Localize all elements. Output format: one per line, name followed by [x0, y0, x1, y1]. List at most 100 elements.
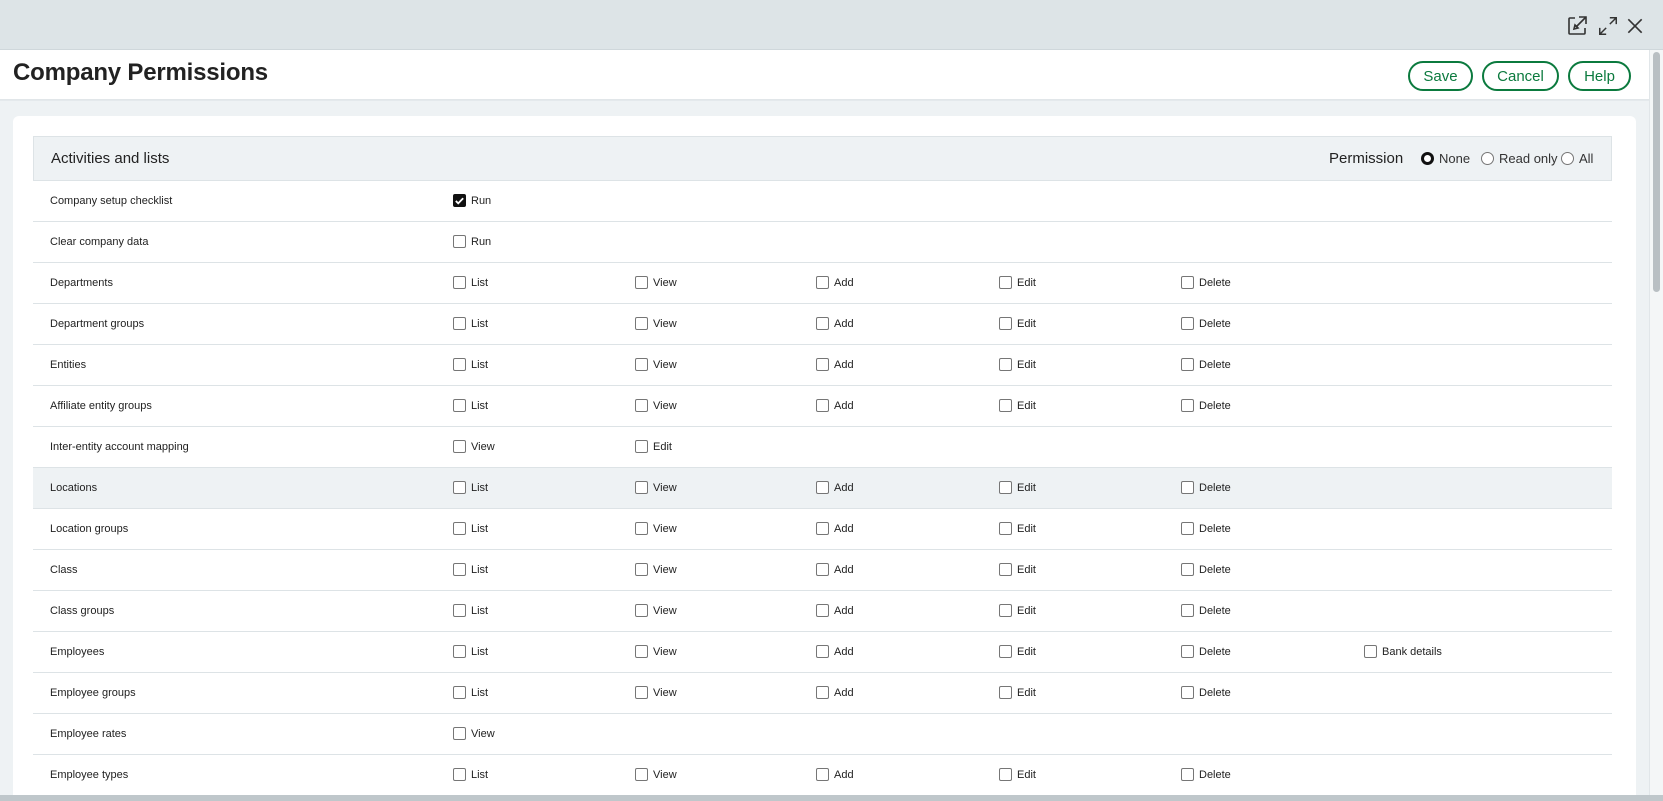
checkbox[interactable]	[1181, 316, 1194, 330]
permission-option[interactable]: Delete	[1181, 275, 1231, 289]
permission-option[interactable]: Delete	[1181, 603, 1231, 617]
checkbox[interactable]	[453, 398, 466, 412]
checkbox[interactable]	[453, 234, 466, 248]
checkbox[interactable]	[816, 480, 829, 494]
checkbox[interactable]	[816, 644, 829, 658]
checkbox[interactable]	[453, 275, 466, 289]
checkbox[interactable]	[1181, 521, 1194, 535]
permission-option[interactable]: Edit	[999, 603, 1036, 617]
checkbox[interactable]	[635, 480, 648, 494]
permission-option[interactable]: View	[635, 603, 677, 617]
checkbox[interactable]	[1364, 644, 1377, 658]
checkbox[interactable]	[453, 603, 466, 617]
permission-option[interactable]: Edit	[635, 439, 672, 453]
checkbox[interactable]	[635, 685, 648, 699]
permission-option[interactable]: View	[635, 562, 677, 576]
help-button[interactable]: Help	[1568, 61, 1631, 91]
checkbox[interactable]	[999, 562, 1012, 576]
checkbox[interactable]	[453, 439, 466, 453]
permission-option[interactable]: List	[453, 562, 488, 576]
checkbox[interactable]	[453, 521, 466, 535]
permission-option[interactable]: Delete	[1181, 685, 1231, 699]
permission-option[interactable]: Edit	[999, 562, 1036, 576]
permission-option[interactable]: Add	[816, 767, 854, 781]
permission-option[interactable]: View	[635, 644, 677, 658]
permission-option[interactable]: Bank details	[1364, 644, 1442, 658]
permission-option[interactable]: Edit	[999, 644, 1036, 658]
checkbox[interactable]	[635, 357, 648, 371]
checkbox[interactable]	[635, 439, 648, 453]
radio-button[interactable]	[1561, 152, 1574, 165]
checkbox[interactable]	[1181, 603, 1194, 617]
checkbox[interactable]	[1181, 767, 1194, 781]
permission-option[interactable]: Edit	[999, 521, 1036, 535]
checkbox[interactable]	[816, 562, 829, 576]
permission-option[interactable]: Edit	[999, 685, 1036, 699]
checkbox[interactable]	[453, 316, 466, 330]
permission-option[interactable]: Add	[816, 275, 854, 289]
radio-button[interactable]	[1421, 152, 1434, 165]
permission-option[interactable]: List	[453, 603, 488, 617]
checkbox[interactable]	[999, 316, 1012, 330]
permission-option[interactable]: View	[635, 521, 677, 535]
permission-option[interactable]: Add	[816, 480, 854, 494]
permission-option[interactable]: List	[453, 275, 488, 289]
radio-button[interactable]	[1481, 152, 1494, 165]
permission-option[interactable]: Delete	[1181, 398, 1231, 412]
checkbox[interactable]	[635, 603, 648, 617]
permission-option[interactable]: Add	[816, 357, 854, 371]
permission-option[interactable]: List	[453, 398, 488, 412]
radio-all[interactable]: All	[1561, 151, 1593, 166]
checkbox[interactable]	[1181, 644, 1194, 658]
checkbox[interactable]	[999, 275, 1012, 289]
permission-option[interactable]: List	[453, 644, 488, 658]
permission-option[interactable]: Delete	[1181, 480, 1231, 494]
checkbox[interactable]	[453, 562, 466, 576]
permission-option[interactable]: Edit	[999, 398, 1036, 412]
permission-option[interactable]: Add	[816, 603, 854, 617]
checkbox[interactable]	[453, 480, 466, 494]
permission-option[interactable]: Run	[453, 234, 491, 248]
checkbox[interactable]	[816, 316, 829, 330]
checkbox[interactable]	[1181, 480, 1194, 494]
checkbox[interactable]	[999, 603, 1012, 617]
checkbox[interactable]	[635, 767, 648, 781]
checkbox[interactable]	[999, 480, 1012, 494]
permission-option[interactable]: View	[635, 275, 677, 289]
permission-option[interactable]: Add	[816, 316, 854, 330]
checkbox[interactable]	[816, 275, 829, 289]
checkbox[interactable]	[453, 685, 466, 699]
permission-option[interactable]: View	[453, 439, 495, 453]
checkbox[interactable]	[816, 685, 829, 699]
checkbox[interactable]	[453, 767, 466, 781]
radio-read-only[interactable]: Read only	[1481, 151, 1558, 166]
save-button[interactable]: Save	[1408, 61, 1473, 91]
checkbox[interactable]	[635, 316, 648, 330]
permission-option[interactable]: Edit	[999, 275, 1036, 289]
checkbox[interactable]	[635, 398, 648, 412]
permission-option[interactable]: List	[453, 685, 488, 699]
permission-option[interactable]: View	[453, 726, 495, 740]
checkbox[interactable]	[999, 521, 1012, 535]
permission-option[interactable]: Delete	[1181, 644, 1231, 658]
cancel-button[interactable]: Cancel	[1482, 61, 1559, 91]
permission-option[interactable]: Edit	[999, 480, 1036, 494]
checkbox[interactable]	[1181, 275, 1194, 289]
permission-option[interactable]: Delete	[1181, 562, 1231, 576]
permission-option[interactable]: Delete	[1181, 521, 1231, 535]
checkbox[interactable]	[999, 644, 1012, 658]
checkbox[interactable]	[999, 767, 1012, 781]
permission-option[interactable]: Add	[816, 521, 854, 535]
checkbox[interactable]	[1181, 562, 1194, 576]
permission-option[interactable]: List	[453, 357, 488, 371]
checkbox[interactable]	[816, 398, 829, 412]
permission-option[interactable]: List	[453, 767, 488, 781]
checkbox[interactable]	[635, 521, 648, 535]
checkbox[interactable]	[816, 521, 829, 535]
permission-option[interactable]: View	[635, 685, 677, 699]
permission-option[interactable]: List	[453, 316, 488, 330]
permission-option[interactable]: Delete	[1181, 316, 1231, 330]
permission-option[interactable]: Edit	[999, 767, 1036, 781]
permission-option[interactable]: Add	[816, 562, 854, 576]
permission-option[interactable]: Run	[453, 193, 491, 207]
